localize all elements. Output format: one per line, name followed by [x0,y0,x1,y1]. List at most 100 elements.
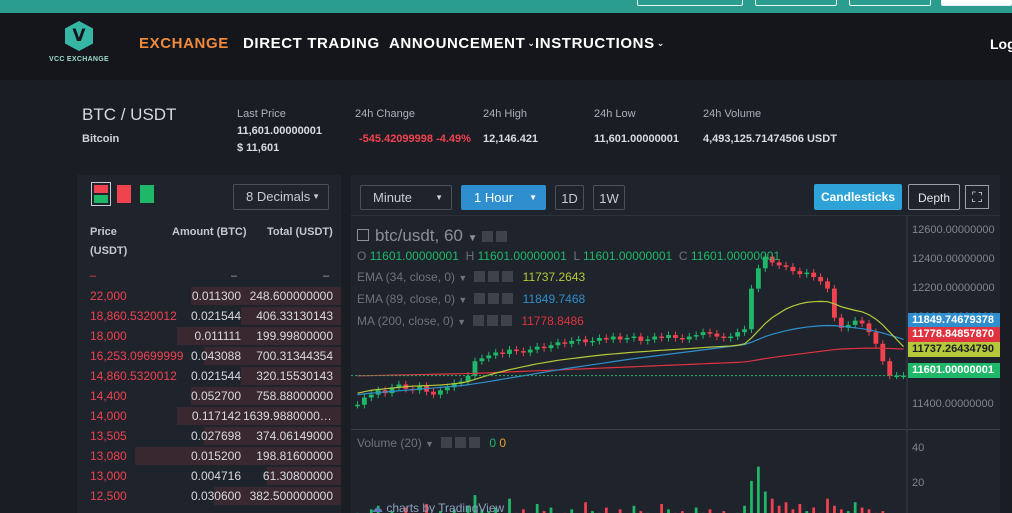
row-total: 1639.988000000 [243,409,333,423]
col-price-header: Price (USDT) [90,226,128,257]
orderbook-row[interactable]: 13,000 0.004716 61.30800000 [77,466,341,486]
both-sides-view-icon[interactable] [91,182,111,206]
chevron-down-icon[interactable]: ▼ [457,317,466,327]
orderbook-row[interactable]: 22,000 0.011300 248.600000000 [77,286,341,306]
settings-icon[interactable] [482,231,494,242]
candle-body [596,337,602,341]
row-total: 199.99800000 [256,329,333,343]
tradingview-logo[interactable]: ☁ charts by TradingView [371,501,504,513]
candle-body [631,336,637,339]
fullscreen-icon[interactable]: ⛶ [965,185,989,209]
btn-1w[interactable]: 1W [593,185,625,210]
candle-body [437,390,443,395]
interval-select[interactable]: Minute ▼ [360,185,452,210]
orderbook-row[interactable]: 14,860.5320012 0.021544 320.15530143 [77,366,341,386]
nav-instructions[interactable]: INSTRUCTIONS ⌄ [535,35,665,52]
volume-bar [763,491,767,513]
row-total: 198.81600000 [256,449,333,463]
volume-bar [570,509,574,513]
volume-bar [853,502,857,513]
row-total: 382.500000000 [249,489,333,503]
buy-side-view-icon[interactable] [137,182,157,206]
nav-exchange[interactable]: EXCHANGE [139,35,229,52]
candle-body [652,336,658,340]
candle-body [797,271,803,275]
close-icon[interactable] [496,231,508,242]
symbol-legend[interactable]: btc/usdt, 60 ▼ [357,226,510,246]
ohlc-legend: O 11601.00000001 H 11601.00000001 L 1160… [357,249,781,263]
collapse-icon[interactable] [357,229,369,241]
candle-body [873,332,879,344]
last-price-value: 11,601.00000001 [237,125,323,137]
top-banner-button-2[interactable] [755,0,837,6]
main-nav: V VCC EXCHANGE EXCHANGE DIRECT TRADING A… [0,13,1012,80]
price-pane[interactable]: btc/usdt, 60 ▼ O 11601.00000001 H 11601.… [351,215,1000,428]
resolution-select[interactable]: 1 Hour ▼ [461,185,546,210]
decimals-select[interactable]: 8 Decimals ▼ [233,184,329,210]
row-amount: 0.021544 [190,369,241,383]
depth-button[interactable]: Depth [908,184,960,210]
orderbook-row[interactable]: 18,000 0.011111 199.99800000 [77,326,341,346]
candle-body [666,335,671,338]
ema89-line [357,324,904,396]
candle-body [818,276,824,282]
orderbook-row[interactable]: 16,253.09699999 0.043088 700.31344354 [77,346,341,366]
volume-bar [860,507,864,513]
volume-value: 4,493,125.71474506 USDT [703,133,837,145]
col-amount-header: Amount (BTC) [172,226,247,238]
settings-icon [487,293,499,304]
btn-1d[interactable]: 1D [555,185,584,210]
row-price: 13,000 [90,469,127,483]
orderbook-row[interactable]: 14,400 0.052700 758.88000000 [77,386,341,406]
candle-body [686,336,692,340]
volume-bar [667,509,670,513]
candle-body [749,288,754,330]
orderbook-row[interactable]: 13,505 0.027698 374.06149000 [77,426,341,446]
candle-body [431,391,436,395]
orderbook-row[interactable]: 14,000 0.117142 1639.988000000 [77,406,341,426]
logo-text: VCC EXCHANGE [49,56,109,63]
candlesticks-button[interactable]: Candlesticks [814,184,902,210]
candle-body [610,336,616,340]
volume-tick-label: 40 [912,441,925,454]
settings-icon [486,315,498,326]
login-link[interactable]: Log [990,36,1012,52]
row-amount: 0.027698 [190,429,241,443]
nav-announcement[interactable]: ANNOUNCEMENT ⌄ [389,35,536,52]
row-total: 758.88000000 [256,389,333,403]
ma200-legend[interactable]: MA (200, close, 0) ▼ 11778.8486 [357,314,584,328]
volume-bar [535,504,539,513]
orderbook-row[interactable]: 13,080 0.015200 198.81600000 [77,446,341,466]
orderbook-row[interactable]: 12,500 0.030600 382.500000000 [77,486,341,506]
candle-body [624,337,630,340]
nav-direct-trading[interactable]: DIRECT TRADING [243,35,380,52]
logo[interactable]: V VCC EXCHANGE [44,21,114,73]
volume-legend[interactable]: Volume (20) ▼ 0 0 [357,436,506,450]
orderbook-row[interactable]: 18,860.5320012 0.021544 406.33130143 [77,306,341,326]
row-price: 14,000 [90,409,127,423]
ema34-legend[interactable]: EMA (34, close, 0) ▼ 11737.2643 [357,270,585,284]
price-axis-tag: 11737.26434790 [908,342,1000,357]
logo-glyph: V [72,26,86,46]
candle-body [638,336,644,341]
chevron-down-icon[interactable]: ▼ [468,233,478,244]
top-banner-button-3[interactable] [849,0,931,6]
volume-bar [584,502,587,513]
placeholder-dash: – [90,270,97,282]
row-total: 248.600000000 [249,289,333,303]
chevron-down-icon[interactable]: ▼ [425,439,434,449]
change-label: 24h Change [355,108,415,120]
chevron-down-icon[interactable]: ▼ [458,295,467,305]
price-tick-label: 11400.00000000 [912,397,994,410]
row-amount: 0.052700 [190,389,241,403]
candle-body [755,268,761,289]
chevron-down-icon[interactable]: ▼ [458,273,467,283]
order-book: 8 Decimals ▼ Price (USDT) Amount (BTC) Tot… [77,175,341,513]
candle-body [562,342,568,344]
top-banner-button-4[interactable] [941,0,1012,6]
candle-body [527,349,533,353]
ema89-legend[interactable]: EMA (89, close, 0) ▼ 11849.7468 [357,292,585,306]
pair-title: BTC / USDT [82,105,177,124]
top-banner-button-1[interactable] [637,0,743,6]
sell-side-view-icon[interactable] [114,182,134,206]
